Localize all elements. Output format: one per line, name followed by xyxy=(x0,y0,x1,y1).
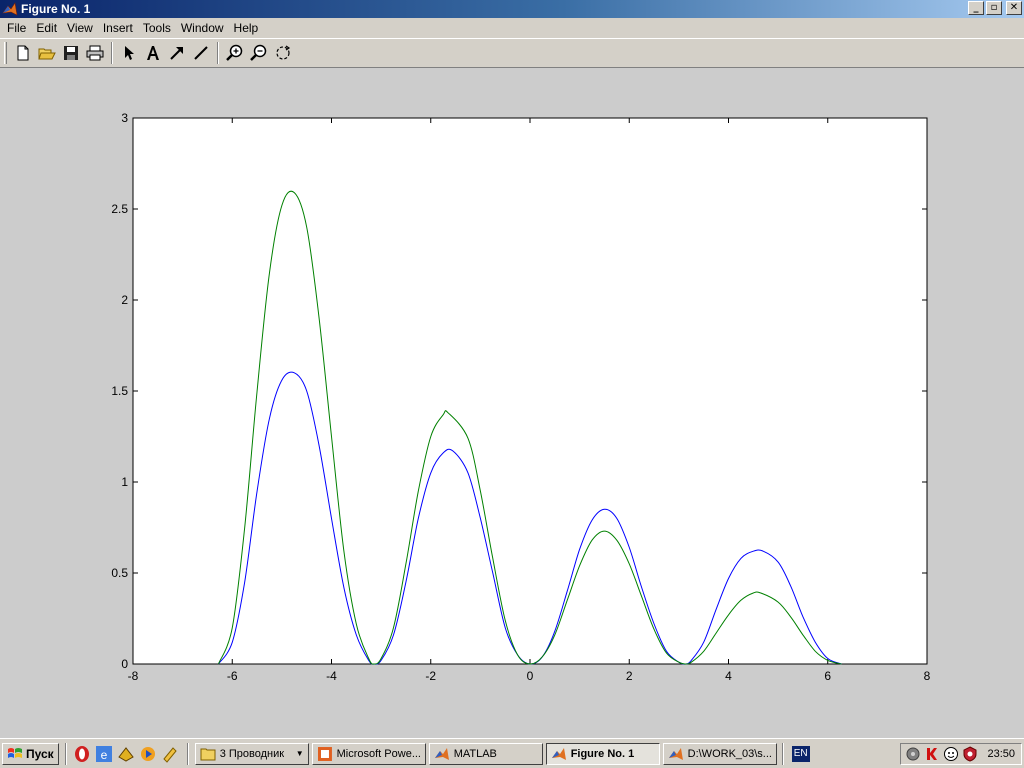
zoom-in-button[interactable] xyxy=(223,41,247,65)
axes-background xyxy=(132,117,928,665)
menu-edit[interactable]: Edit xyxy=(31,21,62,35)
menu-tools[interactable]: Tools xyxy=(138,21,176,35)
system-tray: 23:50 xyxy=(900,742,1022,765)
chevron-down-icon: ▼ xyxy=(295,749,304,758)
figure-toolbar xyxy=(0,38,1024,68)
folder-icon xyxy=(200,748,216,760)
matlab-icon xyxy=(434,747,449,760)
x-tick-label: -4 xyxy=(326,669,337,683)
x-tick-label: -6 xyxy=(227,669,238,683)
x-tick-label: 2 xyxy=(626,669,633,683)
menu-view[interactable]: View xyxy=(62,21,98,35)
matlab-icon xyxy=(2,2,18,16)
shield-icon[interactable] xyxy=(962,745,978,762)
rotate-3d-icon xyxy=(276,45,291,60)
x-tick-label: 6 xyxy=(824,669,831,683)
task-powerpoint[interactable]: Microsoft Powe... xyxy=(311,742,426,765)
zoom-out-icon xyxy=(250,44,267,61)
insert-arrow-button[interactable] xyxy=(165,41,189,65)
line-chart[interactable]: -8 -6 -4 -2 0 2 4 6 8 0 0.5 1 1.5 2 2.5 3 xyxy=(0,68,1024,738)
save-button[interactable] xyxy=(59,41,83,65)
x-tick-label: 4 xyxy=(725,669,732,683)
y-tick-label: 1.5 xyxy=(111,384,128,398)
open-button[interactable] xyxy=(35,41,59,65)
toolbar-separator xyxy=(217,42,219,64)
rotate-3d-button[interactable] xyxy=(271,41,295,65)
ie-icon[interactable]: e xyxy=(95,745,113,763)
insert-arrow-icon xyxy=(170,47,183,60)
taskbar-separator xyxy=(186,742,189,765)
new-file-button[interactable] xyxy=(11,41,35,65)
taskbar-separator xyxy=(781,742,784,765)
network-icon[interactable] xyxy=(943,746,959,762)
task-label: Figure No. 1 xyxy=(570,747,635,760)
powerpoint-icon xyxy=(317,746,332,761)
minimize-button[interactable]: _ xyxy=(968,1,984,15)
task-matlab-editor[interactable]: D:\WORK_03\s... xyxy=(662,742,777,765)
y-tick-label: 3 xyxy=(121,111,128,125)
figure-canvas: -8 -6 -4 -2 0 2 4 6 8 0 0.5 1 1.5 2 2.5 3 xyxy=(0,68,1024,738)
print-icon xyxy=(86,45,104,61)
y-tick-label: 0 xyxy=(121,657,128,671)
start-label: Пуск xyxy=(26,746,54,761)
kaspersky-icon[interactable] xyxy=(924,746,940,762)
close-button[interactable]: ✕ xyxy=(1006,1,1022,15)
dictionary-icon[interactable] xyxy=(161,745,179,763)
menu-insert[interactable]: Insert xyxy=(98,21,138,35)
zoom-out-button[interactable] xyxy=(247,41,271,65)
volume-icon[interactable] xyxy=(905,746,921,762)
clock: 23:50 xyxy=(987,747,1015,760)
select-arrow-icon xyxy=(125,46,134,60)
start-button[interactable]: Пуск xyxy=(2,742,59,765)
insert-text-icon xyxy=(147,46,159,60)
svg-text:e: e xyxy=(100,748,107,762)
task-label: MATLAB xyxy=(453,747,497,760)
task-figure[interactable]: Figure No. 1 xyxy=(545,742,660,765)
opera-icon[interactable] xyxy=(73,745,91,763)
media-player-icon[interactable] xyxy=(139,745,157,763)
insert-text-button[interactable] xyxy=(141,41,165,65)
y-tick-label: 2 xyxy=(121,293,128,307)
save-icon xyxy=(64,46,78,60)
toolbar-separator xyxy=(111,42,113,64)
y-tick-label: 2.5 xyxy=(111,202,128,216)
taskbar: Пуск e 3 Проводник ▼ Microsoft Powe... M… xyxy=(0,738,1024,768)
maximize-button[interactable]: ▫ xyxy=(986,1,1002,15)
task-matlab[interactable]: MATLAB xyxy=(428,742,543,765)
title-bar: Figure No. 1 _ ▫ ✕ xyxy=(0,0,1024,18)
select-button[interactable] xyxy=(117,41,141,65)
print-button[interactable] xyxy=(83,41,107,65)
insert-line-button[interactable] xyxy=(189,41,213,65)
matlab-icon xyxy=(551,747,566,760)
window-title: Figure No. 1 xyxy=(21,2,91,16)
zoom-in-icon xyxy=(226,44,243,61)
taskbar-separator xyxy=(64,742,67,765)
x-tick-label: -2 xyxy=(425,669,436,683)
x-tick-label: 0 xyxy=(527,669,534,683)
matlab-icon xyxy=(668,747,683,760)
winamp-icon[interactable] xyxy=(117,745,135,763)
insert-line-icon xyxy=(194,46,208,60)
y-tick-label: 0.5 xyxy=(111,566,128,580)
menu-window[interactable]: Window xyxy=(176,21,229,35)
open-folder-icon xyxy=(38,48,56,60)
menu-bar: File Edit View Insert Tools Window Help xyxy=(0,18,1024,37)
x-tick-label: 8 xyxy=(924,669,931,683)
x-tick-label: -8 xyxy=(128,669,139,683)
y-tick-label: 1 xyxy=(121,475,128,489)
task-label: D:\WORK_03\s... xyxy=(687,747,772,760)
menu-file[interactable]: File xyxy=(2,21,31,35)
toolbar-grip[interactable] xyxy=(4,42,7,64)
windows-logo-icon xyxy=(8,747,22,758)
new-file-icon xyxy=(17,45,29,61)
task-label: 3 Проводник xyxy=(219,747,285,760)
language-indicator[interactable]: EN xyxy=(791,745,810,762)
menu-help[interactable]: Help xyxy=(229,21,264,35)
task-explorer[interactable]: 3 Проводник ▼ xyxy=(194,742,309,765)
task-label: Microsoft Powe... xyxy=(336,747,421,760)
